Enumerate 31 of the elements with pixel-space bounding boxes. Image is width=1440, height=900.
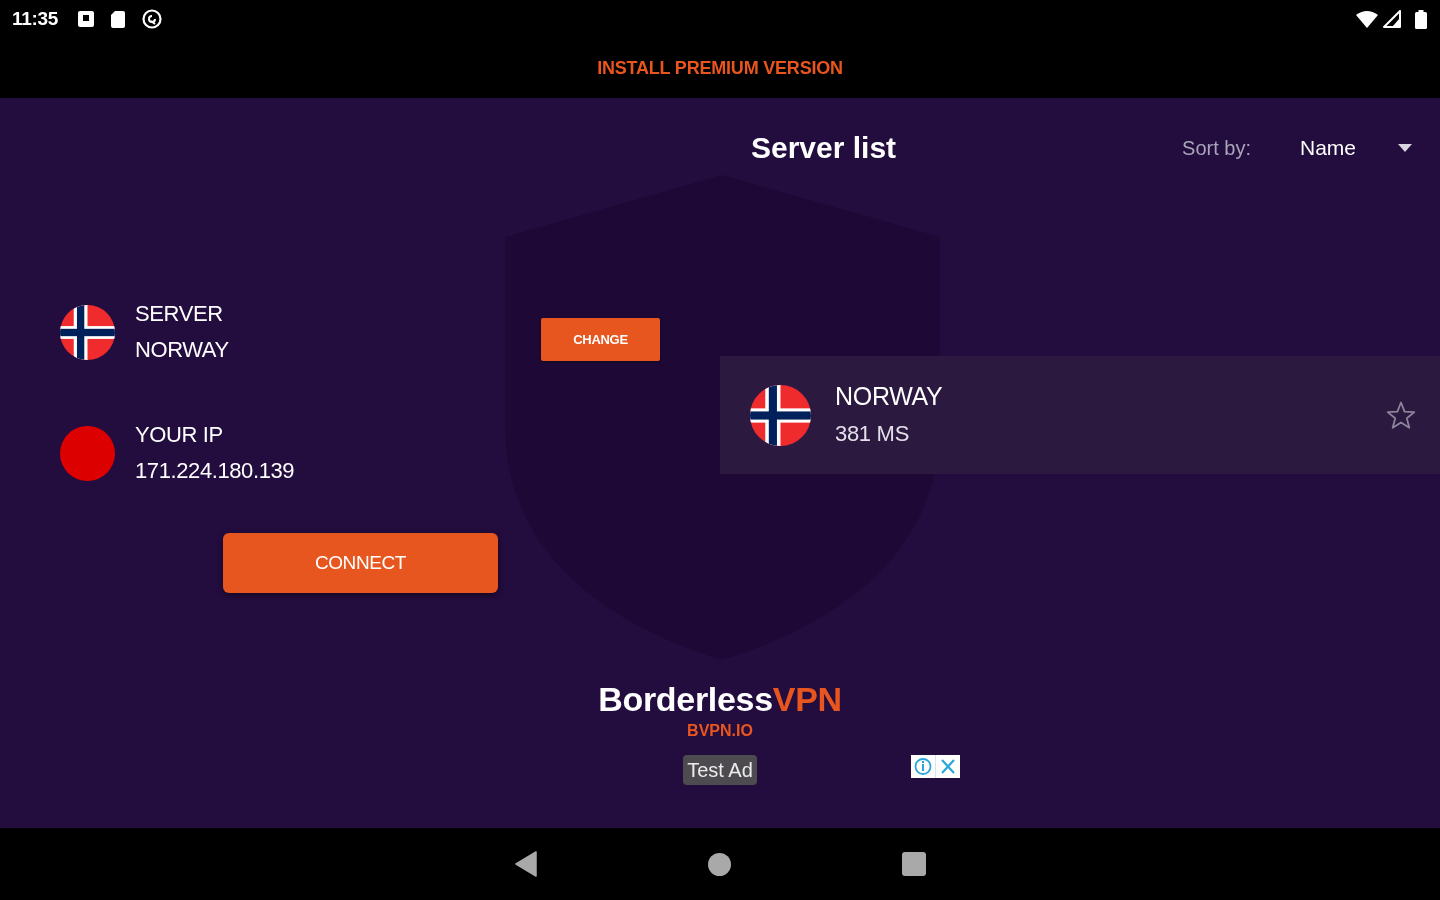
server-label: SERVER (135, 300, 224, 328)
recent-apps-icon[interactable] (901, 852, 926, 876)
server-country: NORWAY (835, 381, 943, 412)
install-premium-link[interactable]: INSTALL PREMIUM VERSION (597, 57, 843, 79)
ring-icon (142, 9, 163, 29)
notification-square-icon (78, 11, 95, 27)
ad-options-icon[interactable] (911, 755, 960, 778)
sort-dropdown[interactable]: Name (1299, 136, 1412, 160)
star-icon[interactable] (1386, 400, 1416, 430)
signal-icon (1383, 10, 1401, 28)
connect-button[interactable]: CONNECT (223, 533, 498, 593)
battery-icon (1415, 9, 1427, 29)
ip-address: 171.224.180.139 (135, 457, 295, 485)
test-ad-label: Test Ad (683, 755, 757, 785)
flag-icon (750, 384, 811, 446)
flag-icon (60, 304, 115, 360)
ip-label: YOUR IP (135, 421, 224, 449)
server-list-title: Server list (751, 131, 897, 165)
back-icon[interactable] (514, 851, 537, 877)
sd-card-icon (111, 10, 126, 28)
server-name: NORWAY (135, 336, 229, 364)
brand-url: BVPN.IO (687, 722, 753, 740)
server-row[interactable]: NORWAY 381 MS (720, 356, 1440, 474)
server-ping: 381 MS (835, 420, 911, 448)
home-icon[interactable] (707, 852, 731, 876)
caret-icon (1398, 144, 1412, 152)
change-button[interactable]: CHANGE (541, 317, 660, 361)
wifi-icon (1356, 10, 1378, 28)
brand-logo: BorderlessVPN (598, 680, 842, 718)
sort-label: Sort by: (1182, 136, 1251, 160)
status-time: 11:35 (12, 8, 59, 30)
